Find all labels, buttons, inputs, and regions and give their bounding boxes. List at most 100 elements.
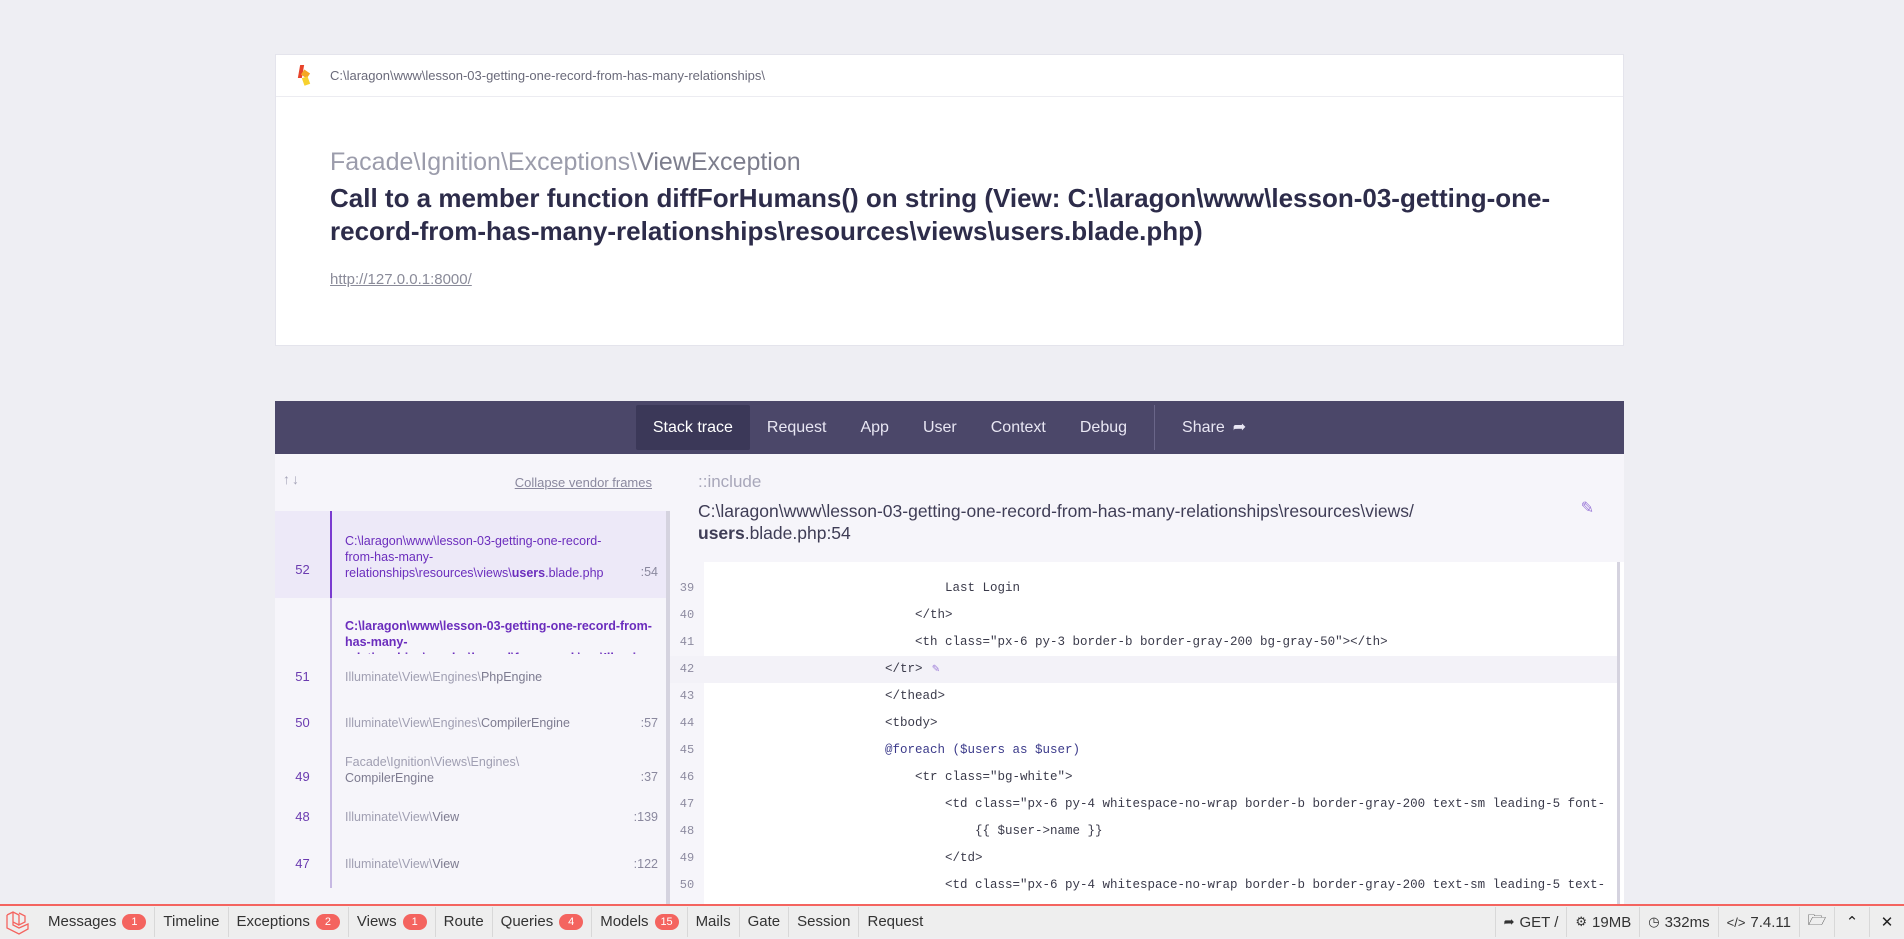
frame-number: 50 (295, 715, 310, 730)
line-number: 49 (679, 851, 695, 865)
code-line: 46 <tr class="bg-white"> (670, 764, 1620, 791)
request-url-link[interactable]: http://127.0.0.1:8000/ (330, 271, 472, 288)
tab-label: Gate (747, 913, 781, 930)
debugbar-tab-mails[interactable]: Mails (688, 907, 740, 937)
frame-item[interactable]: 50 Illuminate\View\Engines\CompilerEngin… (275, 700, 670, 747)
exception-message: Call to a member function diffForHumans(… (330, 183, 1551, 246)
debugbar-tab-views[interactable]: Views 1 (349, 907, 436, 937)
frame-item[interactable]: 52 C:\laragon\www\lesson-03-getting-one-… (275, 511, 670, 598)
debugbar-tab-route[interactable]: Route (436, 907, 493, 937)
exception-header-card: C:\laragon\www\lesson-03-getting-one-rec… (275, 54, 1624, 346)
tab-label: Mails (695, 913, 731, 930)
tab-context[interactable]: Context (974, 405, 1063, 450)
close-icon[interactable]: ✕ (1869, 907, 1904, 937)
count-badge: 4 (559, 914, 584, 930)
code-file-dir: C:\laragon\www\lesson-03-getting-one-rec… (698, 501, 1414, 521)
time-value: 332ms (1664, 913, 1710, 931)
debugbar-tab-gate[interactable]: Gate (740, 907, 790, 937)
tab-user[interactable]: User (906, 405, 974, 450)
line-number: 40 (679, 608, 695, 622)
path-bar: C:\laragon\www\lesson-03-getting-one-rec… (276, 55, 1623, 97)
code-scrollbar[interactable] (1617, 562, 1620, 906)
line-number: 44 (679, 716, 695, 730)
frame-line: :37 (640, 770, 658, 784)
laravel-logo-icon[interactable] (4, 909, 34, 935)
line-number: 47 (679, 797, 695, 811)
frame-file: View (432, 857, 460, 871)
include-label: ::include (698, 472, 762, 491)
stack-trace-panel: ↑↓ Collapse vendor frames 52 C:\laragon\… (275, 454, 1624, 906)
frame-item[interactable]: 49 Facade\Ignition\Views\Engines\ Compile… (275, 747, 670, 794)
frame-path: C:\laragon\www\lesson-03-getting-one-rec… (345, 619, 652, 654)
frame-number: 48 (295, 809, 310, 824)
request-method[interactable]: ➦ GET / (1494, 907, 1567, 937)
line-text: Last Login (945, 581, 1021, 595)
debugbar-tab-session[interactable]: Session (789, 907, 860, 937)
count-badge: 1 (402, 914, 427, 930)
line-text: <td class="px-6 py-4 whitespace-no-wrap … (945, 878, 1606, 892)
frame-item[interactable]: 47 Illuminate\View\View:122 (275, 841, 670, 888)
line-text: <tbody> (885, 716, 938, 730)
folder-open-icon[interactable]: 🗁 (1799, 907, 1834, 937)
frame-path: Facade\Ignition\Views\Engines\ (345, 755, 520, 769)
tab-stack-trace[interactable]: Stack trace (635, 405, 750, 450)
debugbar-tab-request[interactable]: Request (859, 907, 931, 937)
frame-group-header[interactable]: C:\laragon\www\lesson-03-getting-one-rec… (275, 598, 670, 654)
tab-label: Exceptions (236, 913, 310, 930)
code-line: 48 {{ $user->name }} (670, 818, 1620, 845)
debugbar-tab-models[interactable]: Models 15 (592, 907, 688, 937)
debugbar-tab-exceptions[interactable]: Exceptions 2 (229, 907, 349, 937)
frame-item[interactable]: 48 Illuminate\View\View:139 (275, 794, 670, 841)
code-file-name: users (698, 523, 745, 543)
edit-line-pencil-icon[interactable]: ✎ (932, 656, 940, 683)
cogs-icon: ⚙ (1575, 914, 1588, 929)
frame-number: 52 (295, 562, 310, 577)
count-badge: 2 (315, 914, 340, 930)
debugbar-tab-messages[interactable]: Messages 1 (40, 907, 156, 937)
frame-location: Illuminate\View\View :122 (330, 841, 670, 888)
frame-line: :57 (640, 716, 658, 730)
debugbar-tab-timeline[interactable]: Timeline (155, 907, 229, 937)
line-number: 46 (679, 770, 695, 784)
line-text: <td class="px-6 py-4 whitespace-no-wrap … (945, 797, 1606, 811)
tab-label: Messages (48, 913, 117, 930)
code-line: 50 <td class="px-6 py-4 whitespace-no-wra… (670, 872, 1620, 899)
code-line: 41 <th class="px-6 py-3 border-b border-g… (670, 629, 1620, 656)
frame-item[interactable]: 51 Illuminate\View\Engines\PhpEngine (275, 654, 670, 700)
line-text: </thead> (885, 689, 946, 703)
frame-file: CompilerEngine (480, 716, 570, 730)
navigate-arrows-icon[interactable]: ↑↓ (283, 471, 301, 487)
frame-number: 49 (295, 769, 310, 784)
collapse-vendor-frames-link[interactable]: Collapse vendor frames (515, 475, 652, 490)
frame-path: Illuminate\View\ (345, 857, 433, 871)
tab-request[interactable]: Request (750, 405, 844, 450)
tab-label: Session (797, 913, 851, 930)
tabs-bar: Stack trace Request App User Context Deb… (275, 401, 1624, 454)
tab-debug[interactable]: Debug (1063, 405, 1144, 450)
clock-icon: ◷ (1648, 914, 1660, 929)
count-badge: 1 (122, 914, 147, 930)
tab-label: Queries (500, 913, 554, 930)
request-time: ◷ 332ms (1639, 907, 1717, 937)
line-text: @foreach ($users as $user) (885, 743, 1081, 757)
tab-app[interactable]: App (843, 405, 905, 450)
code-file-path: C:\laragon\www\lesson-03-getting-one-rec… (698, 500, 1414, 544)
frame-location: C:\laragon\www\lesson-03-getting-one-rec… (330, 511, 670, 598)
debugbar-tab-queries[interactable]: Queries 4 (493, 907, 593, 937)
frame-number (275, 598, 330, 654)
chevron-up-icon[interactable]: ⌃ (1834, 907, 1869, 937)
php-version: </> 7.4.11 (1717, 907, 1799, 937)
frame-line: :122 (633, 857, 658, 871)
tab-label: Models (600, 913, 649, 930)
frame-location: Illuminate\View\View:139 (330, 794, 670, 841)
share-icon: ➦ (1503, 914, 1515, 929)
ignition-logo-icon (296, 64, 312, 87)
code-line: 44 <tbody> (670, 710, 1620, 737)
frames-list: ↑↓ Collapse vendor frames 52 C:\laragon\… (275, 454, 671, 906)
php-version-value: 7.4.11 (1750, 913, 1791, 931)
edit-pencil-icon[interactable]: ✎ (1581, 498, 1594, 518)
frame-number: 51 (295, 669, 310, 684)
frame-line: :54 (640, 565, 658, 579)
code-line-highlighted: 42 </tr> ✎ (670, 656, 1620, 683)
share-button[interactable]: Share ➦ (1165, 405, 1263, 450)
